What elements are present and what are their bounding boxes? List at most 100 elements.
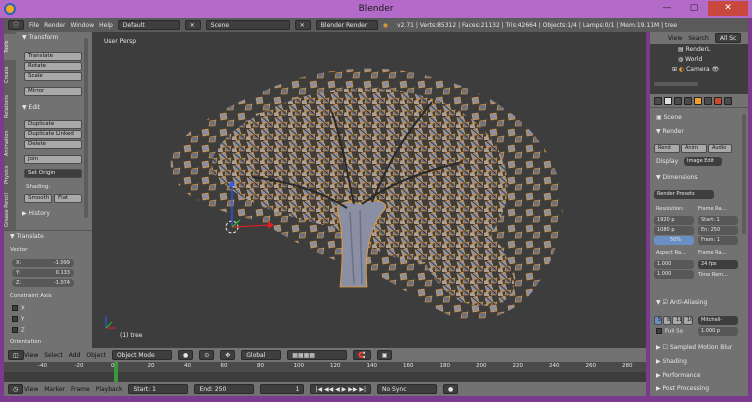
outliner-item-camera[interactable]: ⊞ ◐ Camera 👁 <box>672 66 719 73</box>
post-processing-panel-header[interactable]: ▶ Post Processing <box>656 385 709 392</box>
sync-select[interactable]: No Sync <box>376 384 437 394</box>
display-select[interactable]: Image Edit <box>684 157 722 166</box>
menu-help[interactable]: Help <box>99 22 113 29</box>
outliner-display-select[interactable]: All Sc <box>714 33 742 43</box>
menu-object[interactable]: Object <box>86 352 106 359</box>
full-sample-checkbox[interactable]: Full Sa <box>656 328 683 335</box>
aspect-y-field[interactable]: 1.000 <box>654 270 694 279</box>
smooth-button[interactable]: Smooth <box>24 194 52 203</box>
tab-animation[interactable]: Animation <box>4 126 16 160</box>
render-preview-icon[interactable]: ▣ <box>376 350 393 360</box>
menu-render[interactable]: Render <box>44 22 65 29</box>
render-tab-icon[interactable] <box>654 97 662 105</box>
edit-panel-header[interactable]: ▼ Edit <box>22 104 90 111</box>
rotate-button[interactable]: Rotate <box>24 62 82 71</box>
tab-relations[interactable]: Relations <box>4 90 16 124</box>
menu-view[interactable]: View <box>24 352 38 359</box>
vector-y-field[interactable]: Y: 0.133 <box>12 269 74 277</box>
menu-add[interactable]: Add <box>69 352 81 359</box>
render-panel-header[interactable]: ▼ Render <box>656 128 684 135</box>
duplicate-linked-button[interactable]: Duplicate Linked <box>24 130 82 139</box>
editor-type-timeline-icon[interactable]: ◷ <box>8 384 24 394</box>
current-frame-field[interactable]: 1 <box>260 384 305 394</box>
tab-tools[interactable]: Tools <box>4 34 16 60</box>
playback-controls[interactable]: |◀ ◀◀ ◀ ▶ ▶▶ ▶| <box>310 384 371 394</box>
sampled-motion-blur-panel-header[interactable]: ▶ ☐ Sampled Motion Blur <box>656 344 732 351</box>
fps-select[interactable]: 24 fps <box>698 260 738 269</box>
render-audio-button[interactable]: Audio <box>708 144 732 153</box>
scene-tab-icon[interactable] <box>674 97 682 105</box>
properties-scrollbar[interactable] <box>742 114 746 234</box>
aa-samples-8[interactable]: 8 <box>663 316 671 325</box>
aa-filter-size-field[interactable]: 1.000 p <box>698 327 738 336</box>
flat-button[interactable]: Flat <box>54 194 82 203</box>
scene-close-icon[interactable]: ✕ <box>294 20 311 30</box>
end-frame-field[interactable]: End: 250 <box>194 384 255 394</box>
close-button[interactable]: ✕ <box>708 1 748 16</box>
vector-z-field[interactable]: Z: -1.074 <box>12 279 74 287</box>
world-tab-icon[interactable] <box>684 97 692 105</box>
tab-grease-pencil[interactable]: Grease Pencil <box>4 190 16 230</box>
outliner-menu-search[interactable]: Search <box>688 35 709 42</box>
timeline-menu-playback[interactable]: Playback <box>96 386 123 393</box>
constraint-z-checkbox[interactable]: Z <box>12 327 25 334</box>
menu-file[interactable]: File <box>29 22 39 29</box>
mode-select[interactable]: Object Mode <box>111 350 172 360</box>
render-animation-button[interactable]: Anim <box>681 144 707 153</box>
3d-viewport[interactable]: User Persp (1) tree <box>92 32 646 348</box>
resolution-y-field[interactable]: 1080 p <box>654 226 694 235</box>
start-frame-field[interactable]: Start: 1 <box>128 384 189 394</box>
keying-icon[interactable]: ● <box>442 384 459 394</box>
editor-type-icon[interactable]: ⓘ <box>8 20 25 30</box>
scale-button[interactable]: Scale <box>24 72 82 81</box>
outliner-item-world[interactable]: ◍ World <box>678 56 702 63</box>
outliner-scrollbar[interactable] <box>654 82 698 86</box>
outliner-item-renderlayers[interactable]: ▤ RenderL <box>678 46 710 53</box>
snap-icon[interactable]: 🧲 <box>353 350 371 360</box>
aa-samples-11[interactable]: 11 <box>672 316 682 325</box>
resolution-x-field[interactable]: 1920 p <box>654 216 694 225</box>
delete-button[interactable]: Delete <box>24 140 82 149</box>
join-button[interactable]: Join <box>24 155 82 164</box>
transform-panel-header[interactable]: ▼ Transform <box>22 34 90 41</box>
set-origin-dropdown[interactable]: Set Origin <box>24 169 82 178</box>
timeline-menu-view[interactable]: View <box>24 386 38 393</box>
vector-x-field[interactable]: X: -1.099 <box>12 259 74 267</box>
resolution-percentage-field[interactable]: 50% <box>654 236 694 245</box>
tab-physics[interactable]: Physics <box>4 162 16 188</box>
manipulator-icon[interactable]: ✥ <box>220 350 236 360</box>
aspect-x-field[interactable]: 1.000 <box>654 260 694 269</box>
layout-select[interactable]: Default <box>117 20 180 30</box>
editor-type-3d-icon[interactable]: ◫ <box>8 350 24 360</box>
performance-panel-header[interactable]: ▶ Performance <box>656 372 701 379</box>
render-engine-select[interactable]: Blender Render <box>315 20 378 30</box>
timeline-menu-frame[interactable]: Frame <box>71 386 90 393</box>
y-axis-handle[interactable] <box>231 219 241 228</box>
render-image-button[interactable]: Rend <box>654 144 680 153</box>
viewport-shading-icon[interactable]: ● <box>177 350 194 360</box>
shading-panel-header[interactable]: ▶ Shading <box>656 358 687 365</box>
start-frame-prop-field[interactable]: Start: 1 <box>698 216 738 225</box>
timeline-menu-marker[interactable]: Marker <box>44 386 65 393</box>
menu-select[interactable]: Select <box>44 352 63 359</box>
constraint-y-checkbox[interactable]: Y <box>12 316 24 323</box>
duplicate-button[interactable]: Duplicate <box>24 120 82 129</box>
render-layers-tab-icon[interactable] <box>664 97 672 105</box>
maximize-button[interactable]: ▢ <box>681 1 707 16</box>
operator-header[interactable]: ▼ Translate <box>10 233 44 240</box>
aa-samples-5[interactable]: 5 <box>654 316 662 325</box>
dimensions-panel-header[interactable]: ▼ Dimensions <box>656 174 698 181</box>
history-panel-header[interactable]: ▶ History <box>22 210 90 217</box>
translate-button[interactable]: Translate <box>24 52 82 61</box>
object-tab-icon[interactable] <box>694 97 702 105</box>
mirror-button[interactable]: Mirror <box>24 87 82 96</box>
menu-window[interactable]: Window <box>70 22 94 29</box>
texture-tab-icon[interactable] <box>724 97 732 105</box>
tab-create[interactable]: Create <box>4 62 16 88</box>
material-tab-icon[interactable] <box>714 97 722 105</box>
toolshelf-scrollbar[interactable] <box>84 38 88 218</box>
frame-step-field[interactable]: Fram: 1 <box>698 236 738 245</box>
pivot-point-icon[interactable]: ⊙ <box>199 350 215 360</box>
timeline[interactable]: -40 -20 0 20 40 60 80 100 120 140 160 180 200 220 240 2… <box>4 362 646 382</box>
aa-filter-select[interactable]: Mitchell- <box>698 316 738 325</box>
